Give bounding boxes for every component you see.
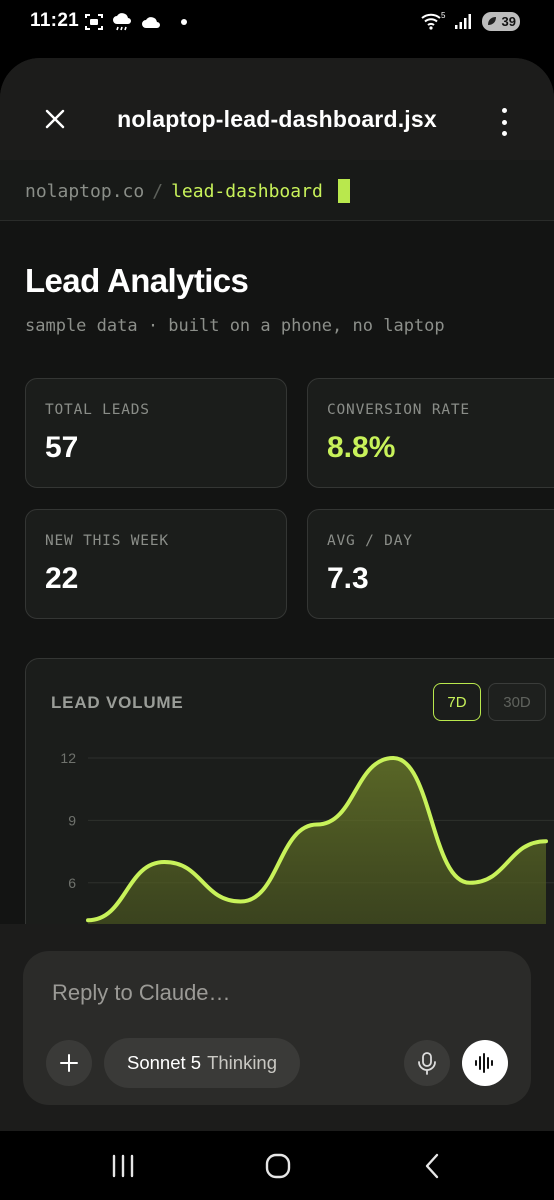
- cloud-rain-icon: [113, 13, 131, 31]
- back-icon[interactable]: [416, 1149, 450, 1183]
- stat-label: CONVERSION RATE: [327, 402, 470, 418]
- stat-value: 7.3: [327, 562, 369, 595]
- voice-waveform-icon: [475, 1053, 493, 1073]
- stat-value: 57: [45, 431, 79, 464]
- status-time: 11:21: [30, 10, 80, 31]
- stat-card-conversion-rate: CONVERSION RATE 8.8%: [307, 378, 554, 488]
- voice-mode-button[interactable]: [462, 1040, 508, 1086]
- artifact-sheet: nolaptop-lead-dashboard.jsx nolaptop.co …: [0, 58, 554, 1138]
- model-name: Sonnet 5: [127, 1052, 202, 1073]
- page-title: Lead Analytics: [25, 262, 249, 299]
- stat-card-new-this-week: NEW THIS WEEK 22: [25, 509, 287, 619]
- lead-volume-chart-card: LEAD VOLUME 7D 30D 12 9 6: [25, 658, 554, 924]
- stat-value: 22: [45, 562, 79, 595]
- breadcrumb-site[interactable]: nolaptop.co: [25, 181, 144, 202]
- y-tick-label: 12: [60, 750, 76, 766]
- y-tick-label: 9: [68, 812, 76, 828]
- notification-dot: [181, 19, 187, 25]
- artifact-file-name: nolaptop-lead-dashboard.jsx: [117, 106, 437, 132]
- recent-apps-icon[interactable]: [106, 1149, 140, 1183]
- status-notification-icons: [84, 12, 187, 32]
- dictation-button[interactable]: [404, 1040, 450, 1086]
- status-bar: 11:21 5 39: [0, 0, 554, 46]
- chart-area-fill: [88, 758, 546, 924]
- home-icon[interactable]: [261, 1149, 295, 1183]
- stat-label: NEW THIS WEEK: [45, 533, 169, 549]
- artifact-preview[interactable]: nolaptop.co / lead-dashboard Lead Analyt…: [0, 160, 554, 924]
- stat-value: 8.8%: [327, 431, 396, 464]
- model-mode: Thinking: [207, 1052, 278, 1073]
- y-tick-label: 6: [68, 875, 76, 891]
- stat-card-avg-per-day: AVG / DAY 7.3: [307, 509, 554, 619]
- artifact-header: nolaptop-lead-dashboard.jsx: [0, 58, 554, 162]
- reply-composer: Reply to Claude… Sonnet 5 Thinking: [23, 951, 531, 1105]
- stat-label: TOTAL LEADS: [45, 402, 150, 418]
- model-selector-button[interactable]: Sonnet 5 Thinking: [104, 1038, 301, 1088]
- wifi-icon: 5: [421, 11, 446, 30]
- signal-icon: [455, 14, 471, 29]
- system-nav-bar: [0, 1131, 554, 1200]
- more-vert-icon[interactable]: [498, 108, 510, 136]
- mic-icon: [418, 1052, 436, 1075]
- stat-card-total-leads: TOTAL LEADS 57: [25, 378, 287, 488]
- stat-label: AVG / DAY: [327, 533, 413, 549]
- battery-level: 39: [501, 13, 516, 29]
- breadcrumb-bar: nolaptop.co / lead-dashboard: [0, 160, 554, 221]
- breadcrumb-separator: /: [152, 180, 164, 202]
- reply-input[interactable]: Reply to Claude…: [52, 980, 231, 1006]
- battery-icon: 39: [482, 11, 520, 31]
- plus-icon: [60, 1054, 78, 1072]
- add-attachment-button[interactable]: [46, 1040, 92, 1086]
- battery-saver-leaf-icon: [488, 16, 496, 25]
- page-subtitle: sample data · built on a phone, no lapto…: [25, 316, 445, 336]
- cloud-icon: [142, 17, 160, 28]
- wifi-band-label: 5: [441, 11, 446, 20]
- breadcrumb-page: lead-dashboard: [171, 180, 323, 202]
- screenshot-icon: [85, 14, 103, 30]
- lead-volume-chart: 12 9 6: [60, 750, 554, 924]
- text-cursor: [337, 179, 350, 203]
- breadcrumb: nolaptop.co / lead-dashboard: [25, 179, 350, 203]
- status-system-icons: 5 39: [420, 11, 520, 31]
